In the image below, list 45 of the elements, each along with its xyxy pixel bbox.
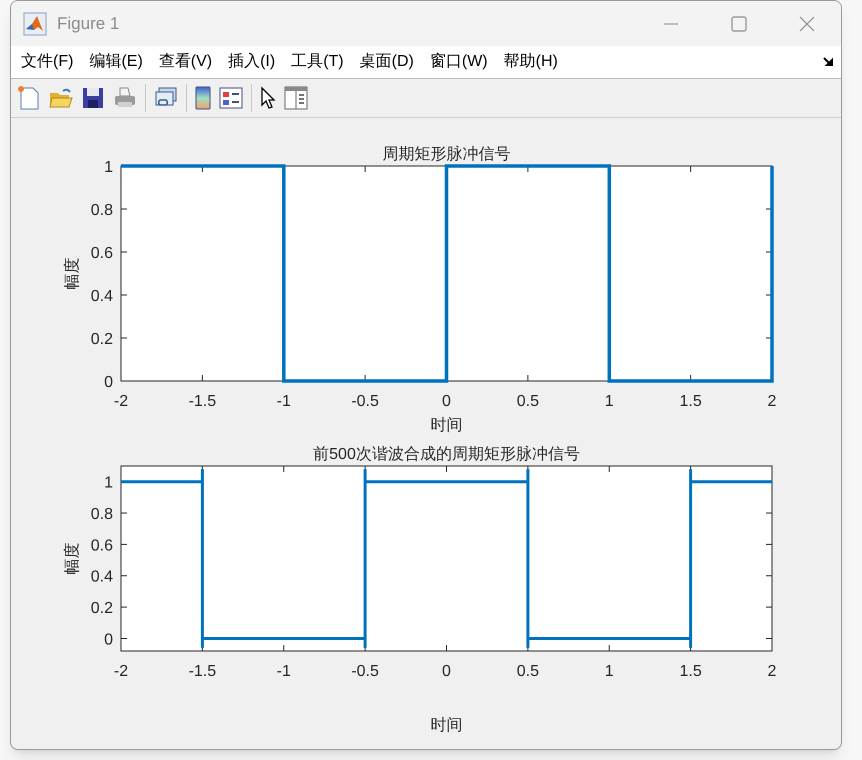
menu-item[interactable]: 工具(T)	[283, 50, 352, 74]
tick-label: 0.2	[90, 600, 113, 618]
tick-label: -1.5	[188, 663, 216, 680]
tick-label: 1	[104, 474, 113, 492]
tick-label: 0	[104, 374, 113, 391]
tick-label: -2	[114, 663, 128, 680]
tick-label: 0.6	[90, 245, 113, 262]
tick-label: -0.5	[351, 663, 379, 680]
tick-label: 0	[442, 663, 451, 680]
tick-label: 0.4	[90, 568, 113, 586]
tick-label: 1	[604, 663, 614, 680]
menu-item[interactable]: 帮助(H)	[496, 50, 566, 74]
menu-item[interactable]: 文件(F)	[13, 50, 82, 74]
tick-label: 1.5	[680, 663, 702, 680]
plot-title: 周期矩形脉冲信号	[382, 146, 510, 163]
tick-label: 1	[604, 393, 614, 410]
tick-label: 0.4	[90, 288, 113, 305]
menu-item[interactable]: 编辑(E)	[81, 50, 151, 74]
tick-label: 2	[768, 393, 776, 410]
tick-label: 0.6	[90, 537, 113, 554]
menu-item[interactable]: 窗口(W)	[422, 50, 496, 74]
tick-label: 2	[768, 663, 776, 680]
tick-label: -0.5	[351, 393, 379, 410]
x-axis-label: 时间	[430, 717, 462, 734]
tick-label: -2	[114, 393, 128, 410]
tick-label: -1	[276, 393, 291, 410]
y-axis-label: 幅度	[64, 258, 81, 290]
tick-label: 0.5	[516, 663, 539, 680]
window-title: Figure 1	[57, 12, 120, 35]
tick-label: -1.5	[188, 393, 216, 410]
tick-label: 0.8	[90, 506, 113, 524]
tick-label: 0	[104, 631, 113, 648]
tick-label: 1.5	[680, 393, 702, 410]
menu-item[interactable]: 查看(V)	[150, 50, 220, 74]
x-axis-label: 时间	[430, 417, 462, 434]
tick-label: 0.5	[516, 393, 539, 410]
tick-label: 0	[442, 393, 451, 410]
y-axis-label: 幅度	[64, 542, 81, 574]
tick-label: -1	[276, 663, 291, 680]
plot-title: 前500次谐波合成的周期矩形脉冲信号	[313, 446, 580, 463]
tick-label: 1	[104, 159, 113, 176]
menu-item[interactable]: 插入(I)	[220, 50, 284, 74]
tick-label: 0.8	[90, 202, 113, 219]
menu-item[interactable]: 桌面(D)	[352, 50, 422, 74]
tick-label: 0.2	[90, 331, 113, 348]
